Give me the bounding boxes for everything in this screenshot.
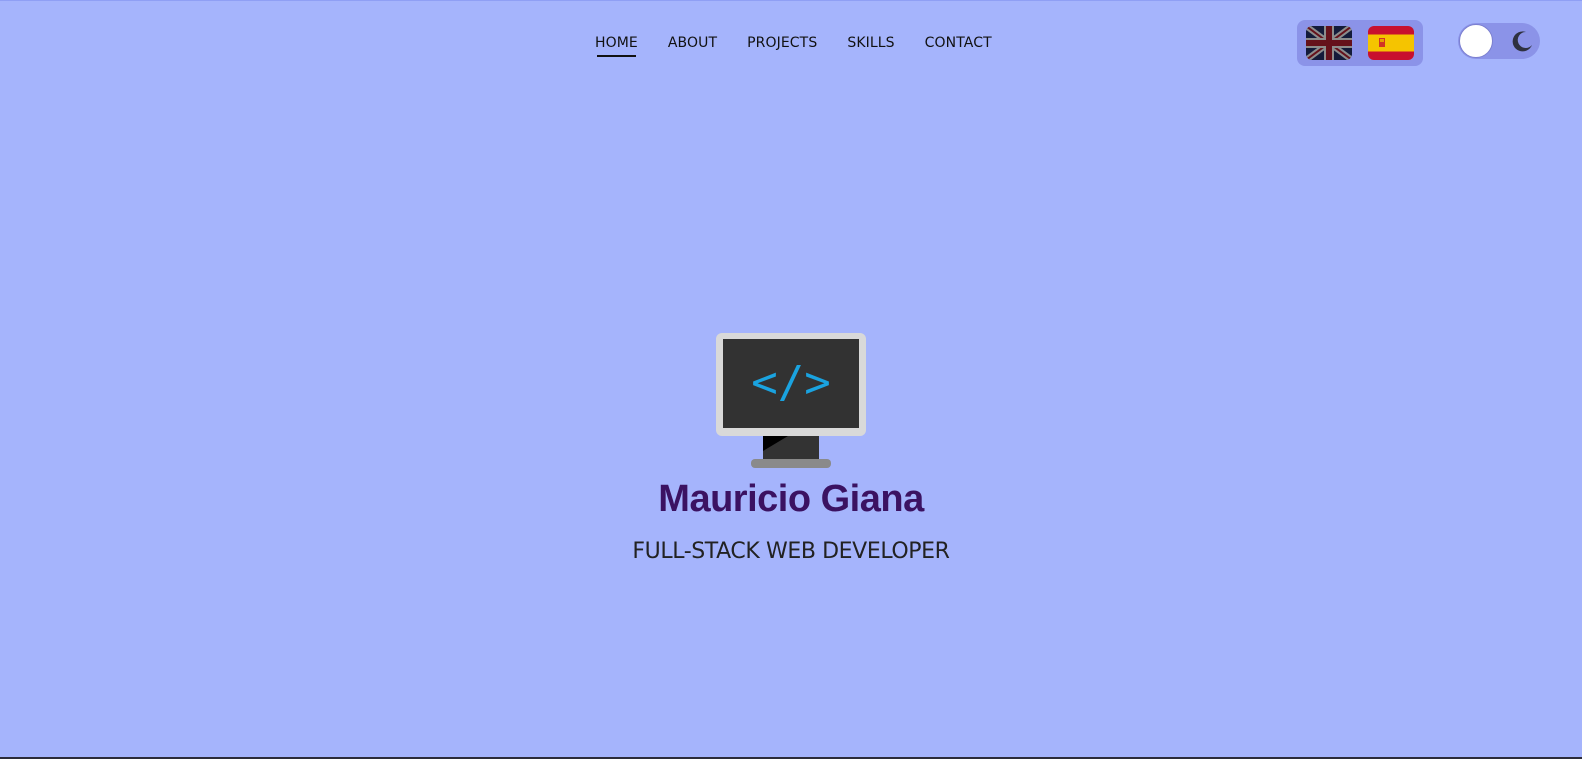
theme-toggle[interactable]: [1458, 23, 1540, 59]
nav-link-home[interactable]: HOME: [595, 35, 638, 57]
spain-flag-icon[interactable]: [1368, 26, 1414, 60]
nav-link-about[interactable]: ABOUT: [668, 35, 717, 57]
hero-name: Mauricio Giana: [658, 478, 924, 520]
monitor-code-icon: </>: [716, 333, 866, 474]
moon-icon: [1512, 31, 1532, 52]
page: HOME ABOUT PROJECTS SKILLS CONTACT </> M…: [0, 0, 1582, 759]
nav-link-skills[interactable]: SKILLS: [847, 35, 894, 57]
nav-link-contact[interactable]: CONTACT: [925, 35, 992, 57]
toggle-knob: [1459, 24, 1493, 58]
nav-links: HOME ABOUT PROJECTS SKILLS CONTACT: [595, 35, 1022, 57]
language-switcher: [1297, 20, 1423, 66]
hero-role: FULL-STACK WEB DEVELOPER: [632, 539, 950, 564]
uk-flag-icon[interactable]: [1306, 26, 1352, 60]
svg-text:</>: </>: [751, 357, 830, 408]
nav-link-projects[interactable]: PROJECTS: [747, 35, 817, 57]
